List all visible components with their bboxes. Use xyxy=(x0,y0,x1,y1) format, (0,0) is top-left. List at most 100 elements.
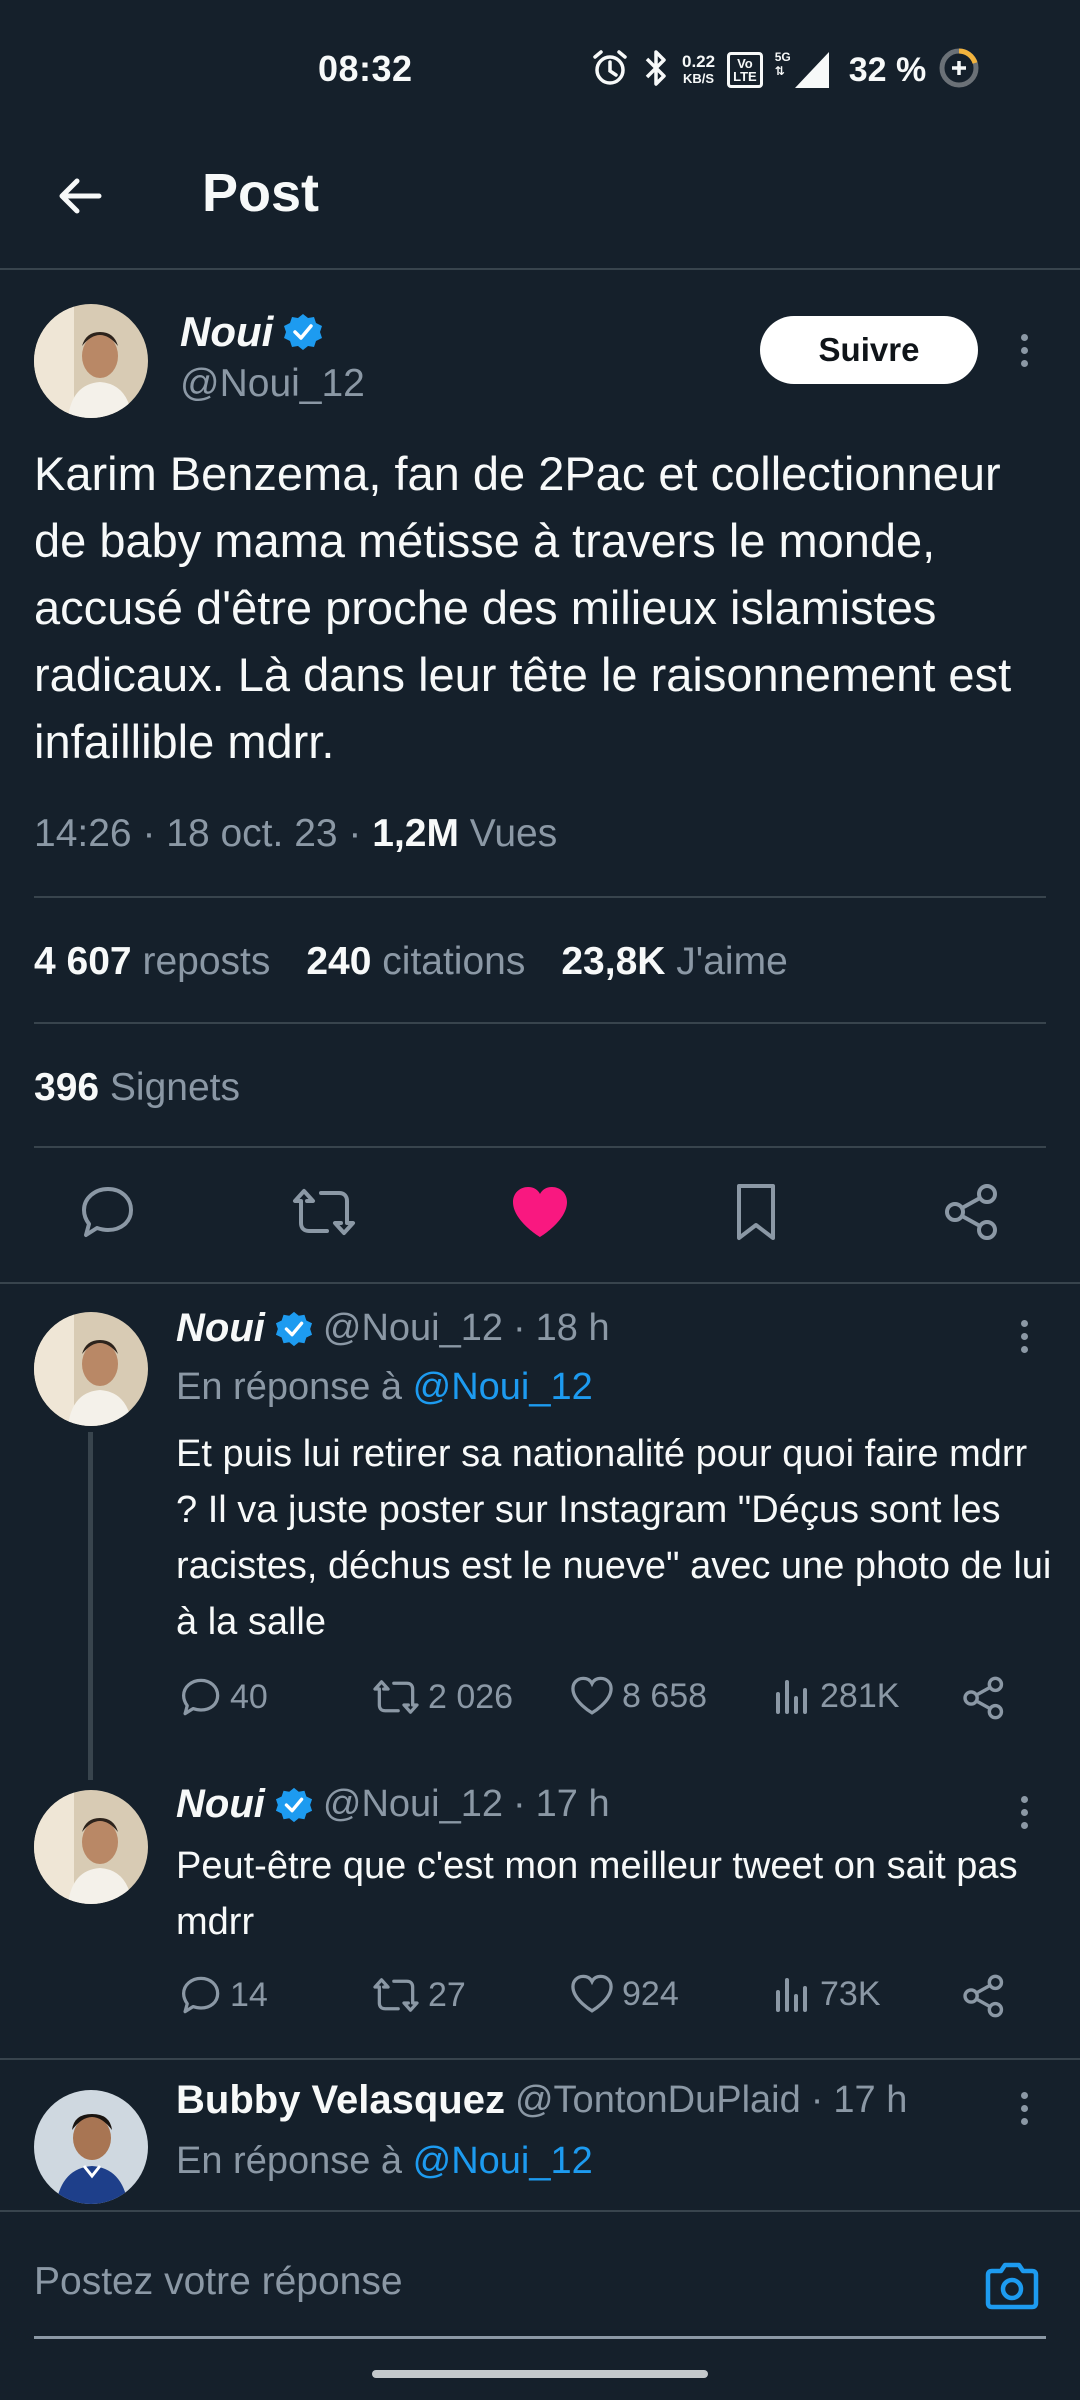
reply-divider xyxy=(0,2058,1080,2060)
reply-to-line: En réponse à @Noui_12 xyxy=(176,1366,593,1408)
signal-icon: 5G ⇅ xyxy=(775,50,831,90)
stats-divider xyxy=(34,1022,1046,1024)
reply-author-handle[interactable]: @Noui_12 xyxy=(323,1783,503,1826)
compose-underline xyxy=(34,2336,1046,2339)
reply-icon xyxy=(181,1976,220,2014)
bookmark-button[interactable] xyxy=(716,1172,796,1252)
repost-icon xyxy=(373,1680,419,1714)
reply-icon xyxy=(181,1678,220,1716)
repost-icon xyxy=(293,1189,355,1235)
reply-icon xyxy=(82,1187,133,1237)
bookmark-icon xyxy=(737,1184,775,1240)
back-button[interactable] xyxy=(44,160,116,232)
camera-button[interactable] xyxy=(982,2256,1042,2316)
reply-text: Et puis lui retirer sa nationalité pour … xyxy=(176,1433,1052,1643)
like-count-button[interactable]: 8 658 xyxy=(570,1676,707,1716)
header-divider xyxy=(0,268,1080,270)
tweet-time: 14:26 xyxy=(34,812,132,855)
reply-age: 18 h xyxy=(535,1307,610,1349)
status-time: 08:32 xyxy=(318,48,413,89)
page-title: Post xyxy=(202,163,320,223)
share-icon xyxy=(963,1974,1004,2018)
repost-count-button[interactable]: 2 026 xyxy=(372,1676,513,1718)
reply-age: 17 h xyxy=(833,2079,908,2121)
heart-icon xyxy=(571,1974,613,2013)
more-options-icon[interactable] xyxy=(1004,320,1044,380)
status-icons: 0.22 KB/S Vo LTE 5G ⇅ 32 % xyxy=(590,44,980,96)
views-chart-icon xyxy=(776,1680,807,1714)
share-icon xyxy=(963,1676,1004,1720)
tweet-text: Karim Benzema, fan de 2Pac et collection… xyxy=(34,447,1012,768)
share-button[interactable] xyxy=(962,1676,1006,1720)
avatar[interactable] xyxy=(34,1312,148,1426)
views-count-button[interactable]: 73K xyxy=(772,1974,881,2014)
heart-filled-icon xyxy=(513,1187,567,1237)
quotes-stat[interactable]: 240 citations xyxy=(306,940,525,984)
more-options-icon[interactable] xyxy=(1004,1782,1044,1842)
camera-icon xyxy=(985,2262,1039,2310)
share-button[interactable] xyxy=(932,1172,1012,1252)
share-icon xyxy=(945,1184,997,1240)
reply-to-line: En réponse à @Noui_12 xyxy=(176,2140,593,2182)
volte-icon: Vo LTE xyxy=(727,52,763,88)
reply-count-button[interactable]: 14 xyxy=(180,1974,268,2016)
bookmarks-divider xyxy=(34,1146,1046,1148)
repost-icon xyxy=(373,1978,419,2012)
net-speed: 0.22 KB/S xyxy=(682,52,716,86)
reply-age: 17 h xyxy=(535,1783,610,1825)
battery-saver-icon xyxy=(938,47,980,94)
meta-divider xyxy=(34,896,1046,898)
reply-text: Peut-être que c'est mon meilleur tweet o… xyxy=(176,1845,1018,1943)
reply-header: Noui @Noui_12 · 17 h xyxy=(176,1782,610,1827)
repost-button[interactable] xyxy=(284,1172,364,1252)
share-button[interactable] xyxy=(962,1974,1006,2018)
author-name[interactable]: Noui xyxy=(180,308,273,356)
actions-divider xyxy=(0,1282,1080,1284)
author-handle[interactable]: @Noui_12 xyxy=(180,362,365,406)
reply-actions: 40 2 026 8 658 281K xyxy=(0,1676,1080,1736)
verified-badge-icon xyxy=(275,1787,312,1822)
reposts-stat[interactable]: 4 607 reposts xyxy=(34,940,270,984)
like-button[interactable] xyxy=(500,1172,580,1252)
reply-author-handle[interactable]: @Noui_12 xyxy=(323,1307,503,1350)
author-name-row: Noui xyxy=(180,308,323,356)
avatar[interactable] xyxy=(34,304,148,418)
heart-icon xyxy=(571,1676,613,1715)
engagement-stats: 4 607 reposts 240 citations 23,8K J'aime xyxy=(34,940,788,984)
avatar[interactable] xyxy=(34,1790,148,1904)
arrow-left-icon xyxy=(59,178,102,214)
home-indicator[interactable] xyxy=(372,2370,708,2378)
like-count-button[interactable]: 924 xyxy=(570,1974,679,2014)
alarm-icon xyxy=(590,48,630,93)
reply-to-handle-link[interactable]: @Noui_12 xyxy=(413,1366,593,1408)
more-options-icon[interactable] xyxy=(1004,2078,1044,2138)
battery-level: 32 % xyxy=(848,50,927,89)
bluetooth-icon xyxy=(642,48,670,93)
verified-badge-icon xyxy=(284,314,323,350)
views-count: 1,2M xyxy=(372,812,459,855)
tweet-meta: 14:26 · 18 oct. 23 · 1,2M Vues xyxy=(34,812,558,855)
reply-header: Bubby Velasquez @TontonDuPlaid · 17 h xyxy=(176,2078,908,2123)
reply-header: Noui @Noui_12 · 18 h xyxy=(176,1306,610,1351)
action-bar xyxy=(0,1172,1080,1262)
reply-button[interactable] xyxy=(68,1172,148,1252)
reply-count-button[interactable]: 40 xyxy=(180,1676,268,1718)
follow-button[interactable]: Suivre xyxy=(760,316,978,384)
reply-actions: 14 27 924 73K xyxy=(0,1974,1080,2034)
repost-count-button[interactable]: 27 xyxy=(372,1974,466,2016)
reply-author-name[interactable]: Noui xyxy=(176,1306,265,1351)
views-count-button[interactable]: 281K xyxy=(772,1676,899,1716)
bookmarks-stat[interactable]: 396 Signets xyxy=(34,1066,240,1110)
more-options-icon[interactable] xyxy=(1004,1306,1044,1366)
reply-author-handle[interactable]: @TontonDuPlaid xyxy=(515,2079,801,2122)
reply-author-name[interactable]: Bubby Velasquez xyxy=(176,2078,505,2123)
views-chart-icon xyxy=(776,1978,807,2012)
views-label: Vues xyxy=(469,812,558,855)
reply-to-handle-link[interactable]: @Noui_12 xyxy=(413,2140,593,2182)
reply-input[interactable]: Postez votre réponse xyxy=(34,2260,403,2304)
verified-badge-icon xyxy=(275,1311,312,1346)
likes-stat[interactable]: 23,8K J'aime xyxy=(561,940,787,984)
tweet-date: 18 oct. 23 xyxy=(166,812,338,855)
avatar[interactable] xyxy=(34,2090,148,2204)
reply-author-name[interactable]: Noui xyxy=(176,1782,265,1827)
